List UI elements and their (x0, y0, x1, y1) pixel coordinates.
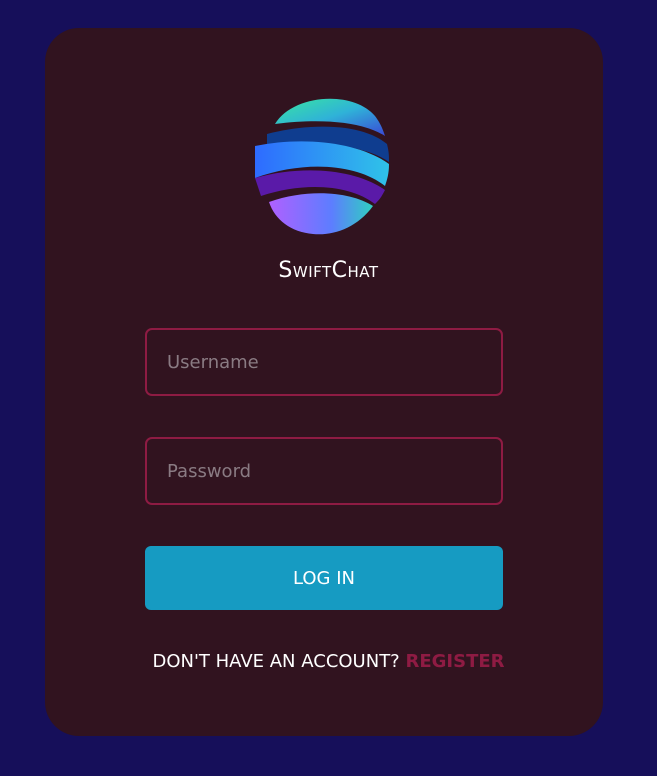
register-link[interactable]: REGISTER (405, 651, 504, 672)
login-button[interactable]: LOG IN (145, 546, 503, 610)
register-prompt: DON'T HAVE AN ACCOUNT? REGISTER (0, 651, 657, 672)
app-name: SwiftChat (278, 258, 379, 283)
register-prompt-text: DON'T HAVE AN ACCOUNT? (152, 651, 400, 672)
login-page: SwiftChat LOG IN DON'T HAVE AN ACCOUNT? … (0, 0, 657, 776)
username-input[interactable] (145, 328, 503, 396)
swiftchat-logo-icon (255, 98, 389, 235)
password-input[interactable] (145, 437, 503, 505)
